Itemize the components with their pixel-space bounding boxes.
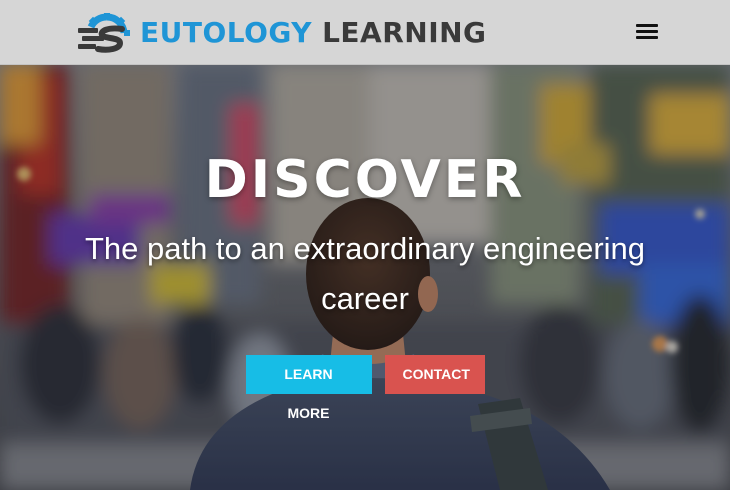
menu-line xyxy=(636,24,658,27)
navbar: EUTOLOGY LEARNING xyxy=(0,0,730,65)
hero-actions: LEARN MORE CONTACT xyxy=(0,355,730,421)
menu-line xyxy=(636,30,658,33)
learn-more-button[interactable]: LEARN MORE xyxy=(245,355,372,421)
brand-word-learning: LEARNING xyxy=(322,16,487,49)
hero-subtitle: The path to an extraordinary engineering… xyxy=(84,231,646,316)
brand-logo-link[interactable]: EUTOLOGY LEARNING xyxy=(78,12,487,54)
gear-s-logo-icon xyxy=(78,13,130,53)
brand-word-eutology: EUTOLOGY xyxy=(140,16,313,49)
brand-name: EUTOLOGY LEARNING xyxy=(140,13,487,53)
hero-title: DISCOVER xyxy=(204,150,526,210)
menu-line xyxy=(636,36,658,39)
contact-button[interactable]: CONTACT xyxy=(384,355,485,394)
hero-section: DISCOVER The path to an extraordinary en… xyxy=(0,64,730,490)
page: EUTOLOGY LEARNING DISCOVER The path to a… xyxy=(0,0,730,490)
hamburger-menu-icon[interactable] xyxy=(636,22,658,40)
